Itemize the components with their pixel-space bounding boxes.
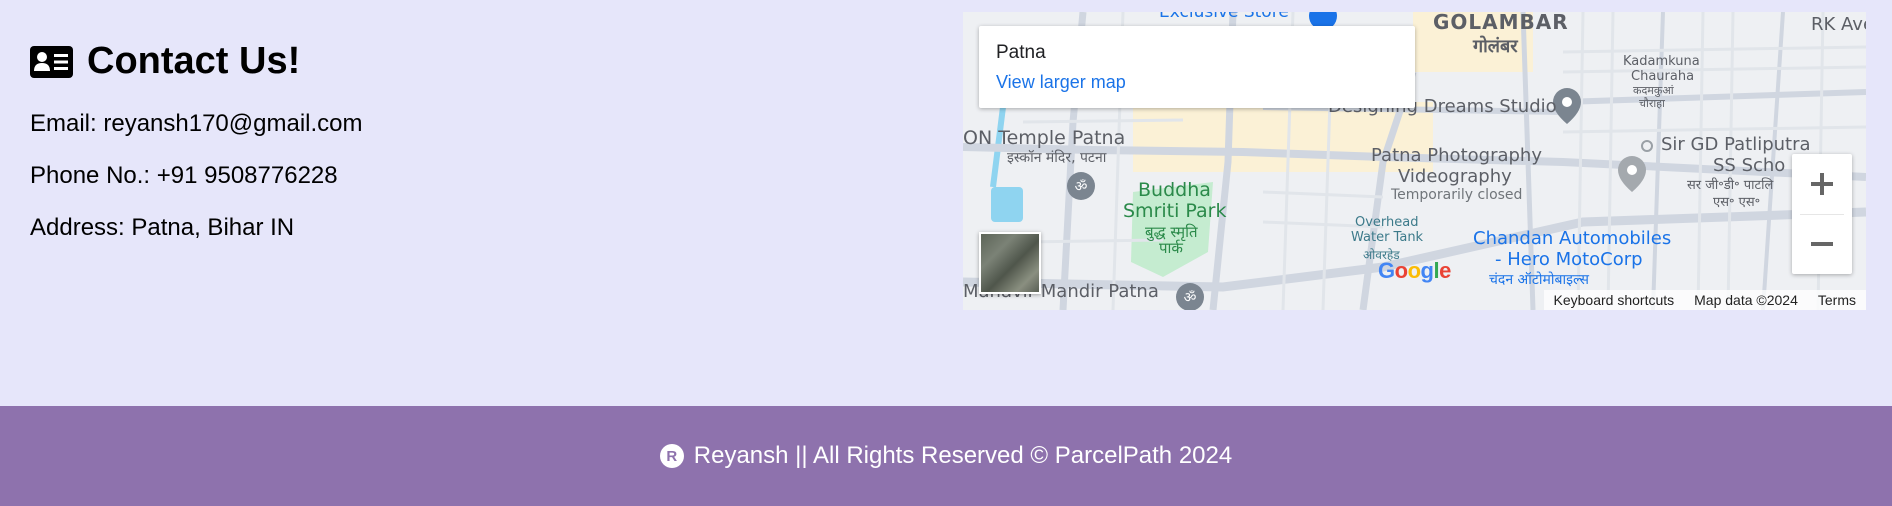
minus-icon [1811,242,1833,246]
map-label: Exclusive Store [1159,12,1289,22]
page-title: Contact Us! [87,40,301,82]
plus-icon [1811,173,1833,195]
map-label: RK Ave [1811,14,1866,35]
view-larger-map-link[interactable]: View larger map [996,72,1126,93]
map-label: चंदन ऑटोमोबाइल्स [1489,272,1589,288]
map-label: GOLAMBAR [1433,12,1569,34]
map-label: चौराहा [1639,97,1665,110]
map-label: इस्कॉन मंदिर, पटना [1007,150,1107,166]
site-footer: R Reyansh || All Rights Reserved © Parce… [0,406,1892,506]
google-logo: Google [1378,258,1451,283]
map-label: Overhead [1355,215,1419,230]
map-label: Chandan Automobiles [1473,228,1672,249]
map-label: Water Tank [1351,230,1424,245]
map-attribution-bar: Keyboard shortcuts Map data ©2024 Terms [1543,290,1866,310]
map-label: Temporarily closed [1391,187,1523,203]
zoom-in-button[interactable] [1792,154,1852,214]
phone-text: Phone No.: +91 9508776228 [30,162,338,189]
terms-link[interactable]: Terms [1808,292,1866,308]
footer-text: Reyansh || All Rights Reserved © ParcelP… [693,442,1233,469]
map-label: Buddha [1138,179,1211,201]
registered-icon: R [659,444,684,468]
contact-section: Contact Us! Email: reyansh170@gmail.com … [30,40,363,267]
map-label: Videography [1398,166,1512,187]
map-zoom-control [1792,154,1852,274]
keyboard-shortcuts-link[interactable]: Keyboard shortcuts [1544,292,1685,308]
map-label: Kadamkuna [1623,54,1700,69]
svg-text:ॐ: ॐ [1184,290,1197,306]
map-label: एस॰ एस॰ [1713,195,1761,210]
zoom-out-button[interactable] [1792,214,1852,274]
address-card-icon [30,45,73,78]
map-label: Chauraha [1631,69,1695,84]
footer-content: R Reyansh || All Rights Reserved © Parce… [659,442,1233,470]
map-label: सर जी॰डी॰ पाटलि [1687,178,1774,193]
satellite-view-toggle[interactable] [979,232,1041,294]
email-text: Email: reyansh170@gmail.com [30,110,363,137]
map-label: ON Temple Patna [963,127,1126,149]
map-label: गोलंबर [1473,36,1518,57]
map-label: Smriti Park [1123,200,1227,222]
address-text: Address: Patna, Bihar IN [30,214,295,241]
map-place-name: Patna [996,42,1046,63]
svg-text:ॐ: ॐ [1075,179,1088,195]
map-label: Patna Photography [1371,145,1542,166]
map-data-text: Map data ©2024 [1694,292,1798,308]
contact-heading: Contact Us! [30,40,363,83]
map-label: Sir GD Patliputra [1661,134,1811,155]
map-label: - Hero MotoCorp [1495,249,1643,270]
map-info-card: Patna View larger map [979,26,1415,108]
map-label: SS Scho [1713,155,1786,176]
embedded-map[interactable]: ॐ ॐ Exclusive Store GOLAMBAR गोलंबर RK A… [963,12,1866,310]
map-label: पार्क [1159,239,1183,257]
